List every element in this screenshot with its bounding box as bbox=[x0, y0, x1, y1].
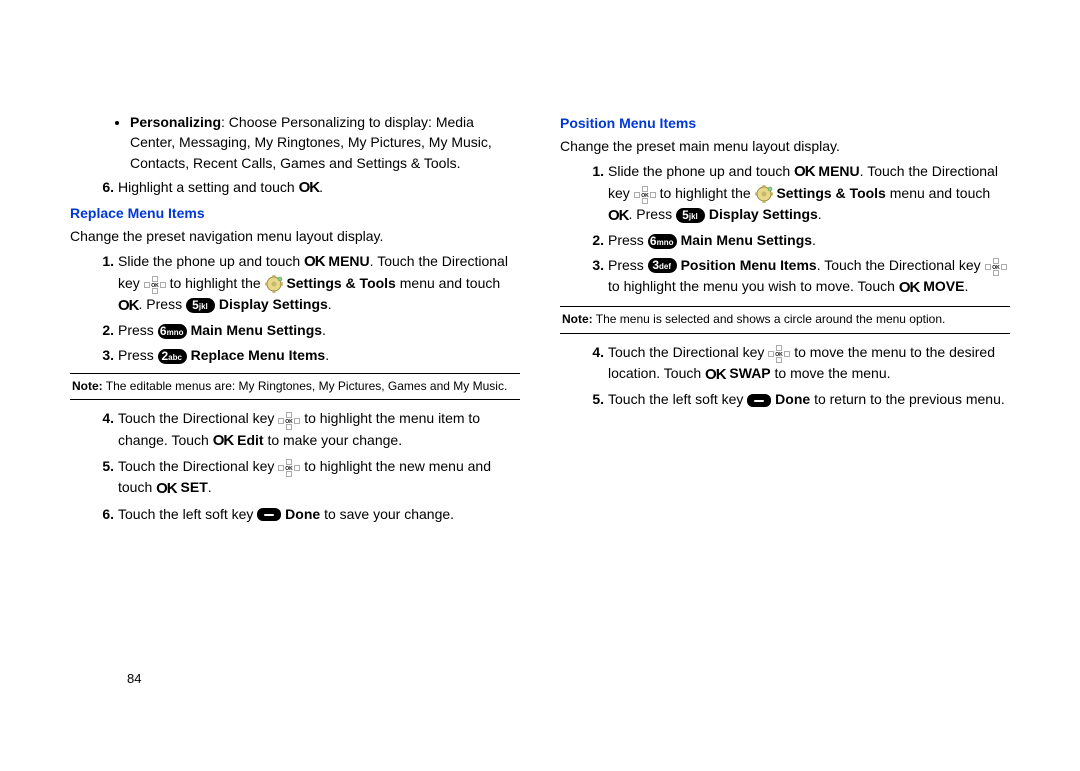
steps-position: Slide the phone up and touch OK MENU. To… bbox=[560, 161, 1010, 299]
note-replace: Note: The editable menus are: My Rington… bbox=[70, 373, 520, 400]
note-position: Note: The menu is selected and shows a c… bbox=[560, 306, 1010, 333]
heading-position-menu-items: Position Menu Items bbox=[560, 113, 1010, 133]
ok-icon: OK bbox=[794, 161, 815, 183]
key-6-icon: 6mno bbox=[158, 324, 187, 339]
step-6-intro: Highlight a setting and touch OK. bbox=[118, 177, 520, 199]
step-r3: Press 2abc Replace Menu Items. bbox=[118, 345, 520, 365]
steps-replace-cont: Touch the Directional key to highlight t… bbox=[70, 408, 520, 524]
ok-icon: OK bbox=[118, 295, 139, 317]
document-page: Personalizing: Choose Personalizing to d… bbox=[0, 0, 1080, 670]
left-soft-key-icon bbox=[257, 508, 281, 521]
ok-icon: OK bbox=[899, 277, 920, 299]
directional-key-icon bbox=[985, 256, 1007, 276]
intro-replace: Change the preset navigation menu layout… bbox=[70, 226, 520, 246]
ok-icon: OK bbox=[705, 364, 726, 386]
ok-icon: OK bbox=[299, 177, 320, 199]
ok-icon: OK bbox=[304, 251, 325, 273]
step-p3: Press 3def Position Menu Items. Touch th… bbox=[608, 255, 1010, 299]
steps-position-cont: Touch the Directional key to move the me… bbox=[560, 342, 1010, 410]
step-r1: Slide the phone up and touch OK MENU. To… bbox=[118, 251, 520, 317]
left-soft-key-icon bbox=[747, 394, 771, 407]
directional-key-icon bbox=[278, 457, 300, 477]
key-3-icon: 3def bbox=[648, 258, 677, 273]
bullet-list: Personalizing: Choose Personalizing to d… bbox=[70, 112, 520, 173]
directional-key-icon bbox=[278, 410, 300, 430]
step-r6: Touch the left soft key Done to save you… bbox=[118, 504, 520, 524]
gear-icon bbox=[265, 275, 283, 293]
page-number: 84 bbox=[127, 671, 141, 686]
key-5-icon: 5jkl bbox=[676, 208, 705, 223]
key-6-icon: 6mno bbox=[648, 234, 677, 249]
ok-icon: OK bbox=[213, 430, 234, 452]
ok-icon: OK bbox=[156, 478, 177, 500]
heading-replace-menu-items: Replace Menu Items bbox=[70, 203, 520, 223]
step-r2: Press 6mno Main Menu Settings. bbox=[118, 320, 520, 340]
directional-key-icon bbox=[144, 274, 166, 294]
steps-replace: Slide the phone up and touch OK MENU. To… bbox=[70, 251, 520, 365]
step-r4: Touch the Directional key to highlight t… bbox=[118, 408, 520, 452]
key-2-icon: 2abc bbox=[158, 349, 187, 364]
directional-key-icon bbox=[634, 184, 656, 204]
step-list-continue: Highlight a setting and touch OK. bbox=[70, 177, 520, 199]
intro-position: Change the preset main menu layout displ… bbox=[560, 136, 1010, 156]
directional-key-icon bbox=[768, 343, 790, 363]
key-5-icon: 5jkl bbox=[186, 298, 215, 313]
step-p1: Slide the phone up and touch OK MENU. To… bbox=[608, 161, 1010, 227]
ok-icon: OK bbox=[608, 205, 629, 227]
step-p4: Touch the Directional key to move the me… bbox=[608, 342, 1010, 386]
gear-icon bbox=[755, 185, 773, 203]
bullet-personalizing: Personalizing: Choose Personalizing to d… bbox=[130, 112, 520, 173]
step-p2: Press 6mno Main Menu Settings. bbox=[608, 230, 1010, 250]
step-p5: Touch the left soft key Done to return t… bbox=[608, 389, 1010, 409]
step-r5: Touch the Directional key to highlight t… bbox=[118, 456, 520, 500]
